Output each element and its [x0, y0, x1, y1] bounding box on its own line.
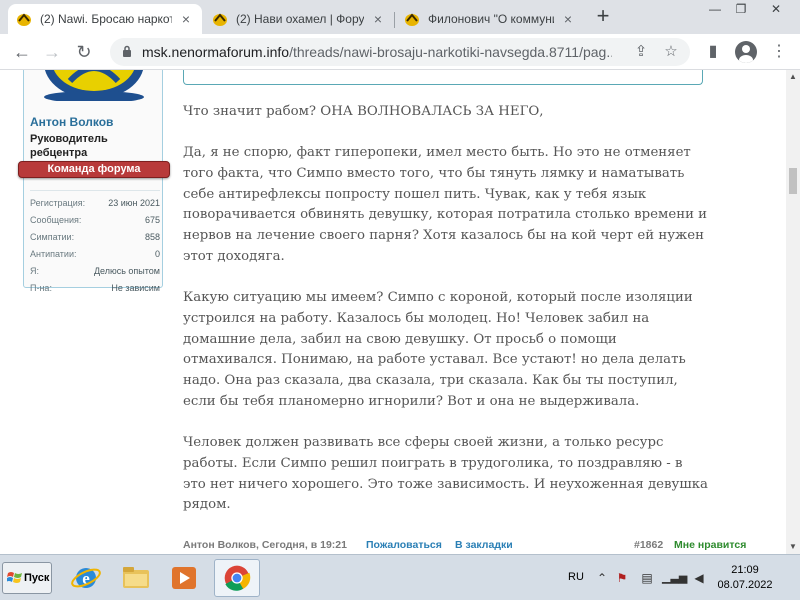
user-role: Руководитель ребцентра — [30, 133, 108, 159]
bookmark-link[interactable]: В закладки — [455, 539, 513, 551]
stat-row: Сообщения: 675 — [30, 212, 160, 229]
share-icon[interactable]: ⇪ — [632, 43, 650, 61]
scroll-up-arrow-icon[interactable]: ▲ — [786, 70, 800, 84]
stat-label: Сообщения: — [30, 215, 82, 225]
url-host: msk.nenormaforum.info — [142, 44, 290, 60]
tab-title: Филонович "О коммунист — [428, 12, 554, 26]
stat-label: Регистрация: — [30, 198, 86, 208]
network-icon[interactable]: ▁▃▅ — [662, 569, 687, 587]
url-path: /threads/nawi-brosaju-narkotiki-navsegda… — [289, 44, 612, 60]
close-window-button[interactable]: ✕ — [756, 0, 796, 20]
post-paragraph: Да, я не спорю, факт гиперопеки, имел ме… — [183, 144, 708, 264]
stat-value: 23 июн 2021 — [108, 198, 160, 208]
stat-row: Антипатии: 0 — [30, 246, 160, 263]
post-number-link[interactable]: #1862 — [634, 539, 663, 551]
scroll-thumb[interactable] — [789, 168, 797, 194]
stat-value[interactable]: 675 — [145, 212, 160, 229]
post-body: Что значит рабом? ОНА ВОЛНОВАЛАСЬ ЗА НЕГ… — [183, 102, 708, 536]
user-stats: Регистрация: 23 июн 2021 Сообщения: 675 Си… — [30, 190, 160, 297]
browser-tab-1[interactable]: (2) Nawi. Бросаю наркотики × — [8, 4, 202, 34]
start-label: Пуск — [24, 572, 50, 584]
scroll-down-arrow-icon[interactable]: ▼ — [786, 540, 800, 554]
post-paragraph: Человек должен развивать все сферы своей… — [183, 434, 708, 513]
clock-time: 21:09 — [731, 564, 759, 576]
show-desktop-button[interactable] — [780, 559, 798, 597]
user-card: Антон Волков Руководитель ребцентра Кома… — [18, 70, 170, 293]
report-link[interactable]: Пожаловаться — [366, 539, 442, 551]
lock-icon — [123, 45, 131, 57]
post-paragraph: Что значит рабом? ОНА ВОЛНОВАЛАСЬ ЗА НЕГ… — [183, 104, 544, 119]
forum-favicon-icon — [17, 13, 31, 26]
post-author-date[interactable]: Антон Волков, Сегодня, в 19:21 — [183, 539, 347, 551]
media-player-icon — [172, 567, 196, 589]
new-tab-button[interactable]: + — [592, 5, 614, 28]
post-footer: Антон Волков, Сегодня, в 19:21 Пожаловат… — [183, 539, 753, 554]
chrome-icon — [224, 565, 251, 591]
internet-explorer-icon: e — [71, 568, 101, 588]
tab-title: (2) Нави охамел | Форум — [236, 12, 364, 26]
tab-title: (2) Nawi. Бросаю наркотики — [40, 12, 172, 26]
url-text: msk.nenormaforum.info/threads/nawi-brosa… — [142, 44, 612, 60]
minimize-button[interactable]: — — [702, 0, 728, 20]
stat-label: Я: — [30, 266, 39, 276]
stat-value: 858 — [144, 232, 160, 242]
windows-logo-icon — [7, 572, 22, 583]
forward-button[interactable]: → — [40, 40, 64, 64]
side-panel-icon[interactable]: ▮ — [702, 41, 724, 63]
forum-favicon-icon — [213, 13, 227, 26]
device-icon[interactable]: ▤ — [638, 569, 656, 587]
stat-value: Делюсь опытом — [93, 266, 160, 276]
reload-button[interactable]: ↻ — [72, 40, 96, 64]
language-indicator[interactable]: RU — [568, 571, 584, 583]
tab-separator — [394, 12, 395, 28]
taskbar-file-explorer[interactable] — [116, 559, 156, 597]
action-center-flag-icon[interactable]: ⚑ — [613, 569, 631, 587]
forum-favicon-icon — [405, 13, 419, 26]
username[interactable]: Антон Волков — [30, 115, 113, 129]
address-bar[interactable]: msk.nenormaforum.info/threads/nawi-brosa… — [110, 38, 690, 66]
stat-row: Я: Делюсь опытом — [30, 263, 160, 280]
profile-avatar-icon[interactable] — [735, 41, 757, 63]
avatar[interactable] — [42, 70, 146, 101]
start-button[interactable]: Пуск — [2, 562, 52, 594]
like-button[interactable]: Мне нравится — [674, 539, 746, 551]
tab-close-icon[interactable]: × — [560, 11, 576, 27]
clock-date: 08.07.2022 — [717, 579, 773, 591]
volume-icon[interactable]: ◀ — [690, 569, 708, 587]
restore-button[interactable]: ❐ — [728, 0, 754, 20]
post-paragraph: Какую ситуацию мы имеем? Симпо с короной… — [183, 289, 693, 409]
stat-value: Не зависим — [111, 283, 160, 293]
taskbar-media-player[interactable] — [164, 559, 204, 597]
previous-post-box — [183, 70, 703, 85]
bookmark-star-icon[interactable]: ☆ — [662, 43, 680, 61]
system-clock[interactable]: 21:09 08.07.2022 — [715, 563, 775, 593]
folder-icon — [123, 567, 149, 588]
browser-tab-strip: (2) Nawi. Бросаю наркотики × (2) Нави ох… — [0, 0, 800, 34]
back-button[interactable]: ← — [10, 40, 34, 64]
browser-toolbar: ← → ↻ msk.nenormaforum.info/threads/nawi… — [0, 34, 800, 70]
tab-close-icon[interactable]: × — [370, 11, 386, 27]
stat-row: Регистрация: 23 июн 2021 — [30, 195, 160, 212]
stat-row: П-на: Не зависим — [30, 280, 160, 297]
taskbar-internet-explorer[interactable]: e — [66, 559, 106, 597]
tray-expand-icon[interactable]: ⌃ — [593, 569, 611, 587]
stat-label: Симпатии: — [30, 232, 75, 242]
stat-label: Антипатии: — [30, 249, 77, 259]
browser-tab-3[interactable]: Филонович "О коммунист × — [396, 4, 584, 34]
tab-close-icon[interactable]: × — [178, 11, 194, 27]
browser-tab-2[interactable]: (2) Нави охамел | Форум × — [204, 4, 394, 34]
menu-kebab-icon[interactable]: ⋮ — [768, 41, 790, 63]
page-viewport: Антон Волков Руководитель ребцентра Кома… — [0, 70, 786, 554]
stat-value: 0 — [154, 249, 160, 259]
page-scrollbar[interactable]: ▲ ▼ — [786, 70, 800, 554]
taskbar-chrome[interactable] — [214, 559, 260, 597]
staff-banner: Команда форума — [18, 161, 170, 178]
windows-taskbar: Пуск e RU ⌃ ⚑ ▤ ▁▃▅ ◀ 21:09 08.07.2022 — [0, 554, 800, 600]
stat-row: Симпатии: 858 — [30, 229, 160, 246]
stat-label: П-на: — [30, 283, 52, 293]
